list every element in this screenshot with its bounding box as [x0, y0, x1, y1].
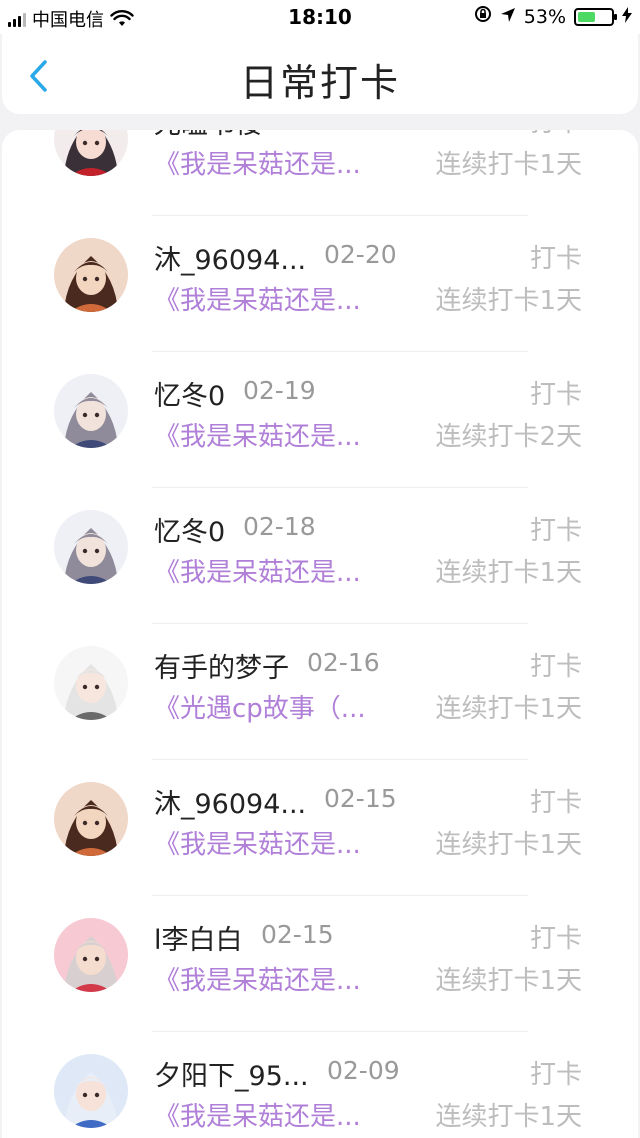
checkin-label: 打卡: [529, 1060, 582, 1090]
location-icon: [500, 6, 516, 28]
user-name[interactable]: 沐_96094...: [154, 782, 306, 821]
checkin-label: 打卡: [529, 516, 582, 546]
checkin-row[interactable]: 忆冬0 02-18 打卡 《我是呆菇还是... 连续打卡1天: [2, 488, 638, 624]
book-title[interactable]: 《我是呆菇还是...: [154, 416, 394, 453]
user-name[interactable]: 沐_96094...: [154, 238, 306, 277]
user-name[interactable]: 有手的梦子: [154, 646, 289, 685]
checkin-row[interactable]: 沐_96094... 02-15 打卡 《我是呆菇还是... 连续打卡1天: [2, 760, 638, 896]
streak-text: 连续打卡1天: [435, 694, 582, 724]
avatar[interactable]: [54, 918, 128, 992]
checkin-row[interactable]: l李白白 02-15 打卡 《我是呆菇还是... 连续打卡1天: [2, 896, 638, 1032]
book-title[interactable]: 《我是呆菇还是...: [154, 960, 394, 997]
user-name[interactable]: 夕阳下_95...: [154, 1054, 309, 1093]
checkin-row[interactable]: 忆冬0 02-19 打卡 《我是呆菇还是... 连续打卡2天: [2, 352, 638, 488]
streak-text: 连续打卡1天: [435, 966, 582, 996]
orientation-lock-icon: [474, 5, 492, 28]
checkin-date: 02-09: [327, 1056, 400, 1085]
book-title[interactable]: 《我是呆菇还是...: [154, 280, 394, 317]
checkin-label: 打卡: [529, 380, 582, 410]
streak-text: 连续打卡2天: [435, 422, 582, 452]
avatar[interactable]: [54, 646, 128, 720]
checkin-label: 打卡: [530, 130, 582, 139]
user-name[interactable]: 忆冬0: [154, 374, 225, 413]
avatar[interactable]: [54, 238, 128, 312]
user-name[interactable]: 忆冬0: [154, 510, 225, 549]
book-title[interactable]: 《光遇cp故事（...: [154, 688, 394, 725]
streak-text: 连续打卡1天: [435, 830, 582, 860]
checkin-label: 打卡: [529, 652, 582, 682]
checkin-date: 02-15: [324, 784, 397, 813]
book-title[interactable]: 《我是呆菇还是...: [154, 824, 394, 861]
battery-fill: [578, 11, 595, 22]
checkin-row[interactable]: 夕阳下_95... 02-09 打卡 《我是呆菇还是... 连续打卡1天: [2, 1032, 638, 1138]
streak-text: 连续打卡1天: [435, 558, 582, 588]
avatar[interactable]: [54, 510, 128, 584]
checkin-date: 02-20: [324, 240, 397, 269]
user-name[interactable]: l李白白: [154, 918, 243, 957]
page-title: 日常打卡: [239, 61, 400, 105]
book-title[interactable]: 《我是呆菇还是...: [154, 552, 394, 589]
status-bar: 中国电信 18:10 53%: [0, 0, 640, 34]
checkin-row[interactable]: 有手的梦子 02-16 打卡 《光遇cp故事（... 连续打卡1天: [2, 624, 638, 760]
streak-text: 连续打卡1天: [435, 286, 582, 316]
status-right: 53%: [474, 5, 632, 28]
checkin-date: 02-20: [280, 130, 353, 133]
checkin-label: 打卡: [529, 788, 582, 818]
avatar[interactable]: [54, 782, 128, 856]
checkin-label: 打卡: [529, 924, 582, 954]
charging-icon: [622, 6, 632, 28]
checkin-row[interactable]: 光瞌书楼 02-20 打卡 《我是呆菇还是... 连续打卡1天: [2, 130, 638, 216]
checkin-date: 02-15: [261, 920, 334, 949]
book-title[interactable]: 《我是呆菇还是...: [154, 144, 394, 181]
checkin-date: 02-19: [243, 376, 316, 405]
checkin-label: 打卡: [529, 244, 582, 274]
checkin-list[interactable]: 光瞌书楼 02-20 打卡 《我是呆菇还是... 连续打卡1天 沐_96094.…: [2, 130, 638, 1138]
checkin-date: 02-16: [307, 648, 380, 677]
nav-header: 日常打卡: [2, 34, 638, 114]
streak-text: 连续打卡1天: [435, 1102, 582, 1132]
checkin-row[interactable]: 沐_96094... 02-20 打卡 《我是呆菇还是... 连续打卡1天: [2, 216, 638, 352]
avatar[interactable]: [54, 1054, 128, 1128]
avatar[interactable]: [54, 130, 128, 176]
battery-icon: [574, 7, 617, 26]
avatar[interactable]: [54, 374, 128, 448]
streak-text: 连续打卡1天: [435, 150, 582, 180]
battery-percent: 53%: [523, 5, 566, 28]
checkin-date: 02-18: [243, 512, 316, 541]
book-title[interactable]: 《我是呆菇还是...: [154, 1096, 394, 1133]
user-name[interactable]: 光瞌书楼: [154, 130, 262, 141]
